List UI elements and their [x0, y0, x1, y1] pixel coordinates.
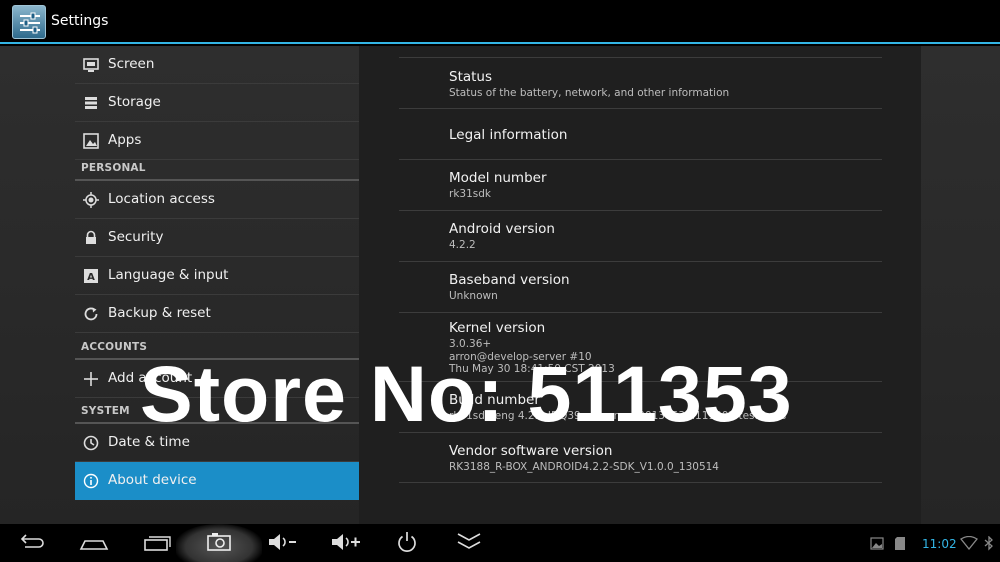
location-icon: [83, 192, 99, 208]
home-button[interactable]: [74, 530, 114, 556]
back-icon: [20, 534, 44, 548]
screenshot-button[interactable]: [199, 530, 239, 556]
store-watermark: Store No: 511353: [140, 349, 793, 438]
sidebar-item-label: Location access: [108, 191, 215, 207]
about-item-summary: Unknown: [449, 290, 498, 302]
sidebar-item-storage[interactable]: Storage: [75, 84, 359, 122]
sidebar-item-label: Apps: [108, 132, 142, 148]
info-icon: [83, 473, 99, 489]
sidebar-item-label: About device: [108, 472, 197, 488]
system-navigation-bar: 11:02: [0, 524, 1000, 562]
recent-apps-button[interactable]: [137, 530, 177, 556]
section-header-system: SYSTEM: [81, 405, 130, 417]
volume-down-icon: [269, 534, 296, 550]
settings-icon[interactable]: [12, 5, 46, 39]
about-item-title: Legal information: [449, 127, 568, 143]
svg-text:A: A: [87, 272, 95, 283]
storage-icon: [85, 97, 97, 109]
sidebar-item-label: Backup & reset: [108, 305, 211, 321]
sidebar-item-label: Screen: [108, 56, 155, 72]
apps-icon: [83, 133, 99, 149]
language-icon: A: [84, 269, 98, 283]
main-area: Screen Storage Apps PERSONAL Location ac…: [0, 46, 1000, 524]
hide-bar-icon: [457, 533, 481, 549]
sidebar-item-screen[interactable]: Screen: [75, 46, 359, 84]
home-icon: [79, 540, 109, 550]
about-item-android-version[interactable]: Android version 4.2.2: [399, 210, 882, 261]
hide-bar-button[interactable]: [449, 530, 489, 556]
about-item-summary: Status of the battery, network, and othe…: [449, 87, 730, 99]
screen-icon: [83, 58, 99, 72]
backup-icon: [84, 307, 98, 321]
sidebar-item-label: Language & input: [108, 267, 229, 283]
app-title: Settings: [51, 13, 109, 29]
about-item-title: Android version: [449, 221, 555, 237]
sidebar-item-apps[interactable]: Apps: [75, 122, 359, 160]
about-item-summary: rk31sdk: [449, 188, 491, 200]
about-item-model-number: Model number rk31sdk: [399, 159, 882, 210]
power-button[interactable]: [387, 530, 427, 556]
volume-down-button[interactable]: [262, 530, 302, 556]
about-item-title: Status: [449, 69, 493, 85]
volume-up-button[interactable]: [325, 530, 365, 556]
about-item-summary: 4.2.2: [449, 239, 476, 251]
volume-up-icon: [332, 534, 360, 550]
clock-icon: [83, 435, 99, 451]
clock: 11:02: [922, 537, 957, 551]
about-item-legal[interactable]: Legal information: [399, 108, 882, 159]
about-item-status[interactable]: Status Status of the battery, network, a…: [399, 57, 882, 108]
about-item-baseband-version: Baseband version Unknown: [399, 261, 882, 312]
back-button[interactable]: [12, 530, 52, 556]
about-device-panel[interactable]: Status Status of the battery, network, a…: [359, 46, 921, 524]
about-item-title: Vendor software version: [449, 443, 613, 459]
about-item-title: Model number: [449, 170, 547, 186]
status-area[interactable]: 11:02: [860, 524, 1000, 562]
action-bar: Settings: [0, 0, 1000, 44]
sidebar-item-location[interactable]: Location access: [75, 181, 359, 219]
section-header-personal: PERSONAL: [81, 162, 146, 174]
sdcard-icon: [895, 537, 905, 550]
about-item-title: Kernel version: [449, 320, 546, 336]
plus-icon: [84, 372, 98, 386]
sidebar-item-backup[interactable]: Backup & reset: [75, 295, 359, 333]
recent-apps-icon: [144, 536, 171, 551]
settings-list[interactable]: Screen Storage Apps PERSONAL Location ac…: [75, 46, 359, 524]
lock-icon: [86, 230, 96, 244]
sidebar-item-label: Storage: [108, 94, 161, 110]
about-item-title: Baseband version: [449, 272, 570, 288]
wifi-icon: [960, 536, 978, 550]
screenshot-icon: [207, 533, 231, 551]
gallery-icon: [870, 537, 884, 550]
about-item-summary: RK3188_R-BOX_ANDROID4.2.2-SDK_V1.0.0_130…: [449, 461, 719, 473]
sidebar-item-security[interactable]: Security: [75, 219, 359, 257]
sidebar-item-label: Security: [108, 229, 164, 245]
power-icon: [398, 532, 416, 552]
section-header-accounts: ACCOUNTS: [81, 341, 148, 353]
sidebar-item-language[interactable]: A Language & input: [75, 257, 359, 295]
bluetooth-icon: [984, 536, 993, 551]
sidebar-item-about-device[interactable]: About device: [75, 462, 359, 500]
